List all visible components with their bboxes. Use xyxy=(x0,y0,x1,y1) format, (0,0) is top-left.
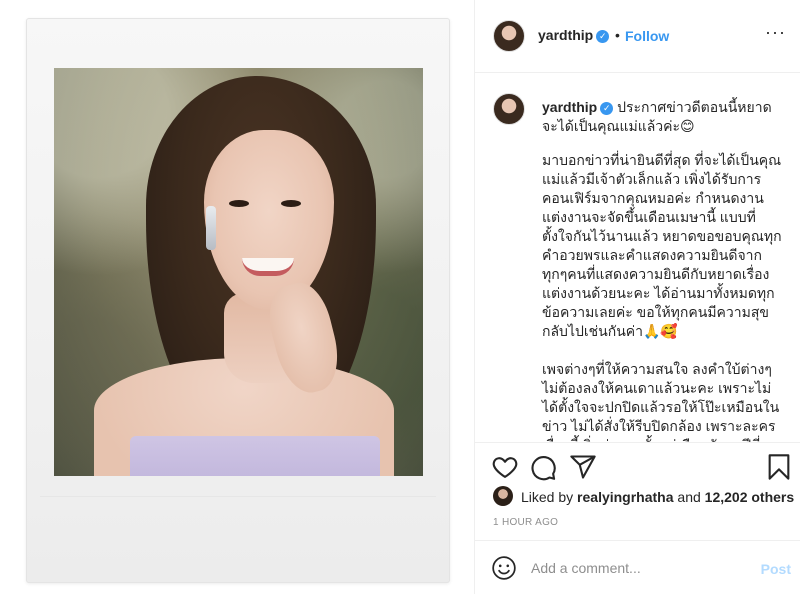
emoji-icon[interactable] xyxy=(491,555,517,581)
post-timestamp[interactable]: 1 HOUR AGO xyxy=(493,517,558,528)
post-photo[interactable] xyxy=(54,68,423,476)
caption-author-avatar[interactable] xyxy=(493,93,525,125)
post-caption: yardthip ✓ ประกาศข่าวดีตอนนี้หยาดจะได้เป็… xyxy=(475,73,800,442)
post-actions xyxy=(475,442,800,490)
author-avatar[interactable] xyxy=(493,20,525,52)
share-icon[interactable] xyxy=(569,453,597,481)
caption-paragraph: มาบอกข่าวที่น่ายินดีที่สุด ที่จะได้เป็นค… xyxy=(542,152,782,339)
comment-input[interactable] xyxy=(531,555,731,581)
liker-avatar[interactable] xyxy=(493,486,513,506)
post-side-panel: yardthip ✓ • Follow ··· yardthip ✓ ประกาศข… xyxy=(474,0,800,594)
post-header: yardthip ✓ • Follow ··· xyxy=(475,0,800,73)
caption-username[interactable]: yardthip xyxy=(542,99,597,115)
verified-badge-icon: ✓ xyxy=(596,29,610,43)
bookmark-icon[interactable] xyxy=(765,453,793,481)
caption-paragraph: เพจต่างๆที่ให้ความสนใจ ลงคำใบ้ต่างๆ ไม่ต… xyxy=(542,361,780,442)
verified-badge-icon: ✓ xyxy=(600,101,614,115)
more-options-icon[interactable]: ··· xyxy=(765,22,786,43)
likes-summary: Liked by realyingrhatha and 12,202 other… xyxy=(475,486,800,512)
post-comment-button[interactable]: Post xyxy=(761,561,791,577)
heart-icon[interactable] xyxy=(491,453,519,481)
follow-button[interactable]: Follow xyxy=(625,28,669,44)
caption-body: มาบอกข่าวที่น่ายินดีที่สุด ที่จะได้เป็นค… xyxy=(542,151,782,442)
comment-composer: Post xyxy=(475,540,800,594)
separator-dot: • xyxy=(615,27,620,43)
comment-icon[interactable] xyxy=(529,453,557,481)
likes-count-link[interactable]: 12,202 others xyxy=(705,489,795,505)
liker-username[interactable]: realyingrhatha xyxy=(577,489,673,505)
author-username[interactable]: yardthip ✓ xyxy=(538,27,610,43)
post-media-pane xyxy=(0,0,474,594)
caption-headline: yardthip ✓ ประกาศข่าวดีตอนนี้หยาดจะได้เป็… xyxy=(542,98,782,136)
